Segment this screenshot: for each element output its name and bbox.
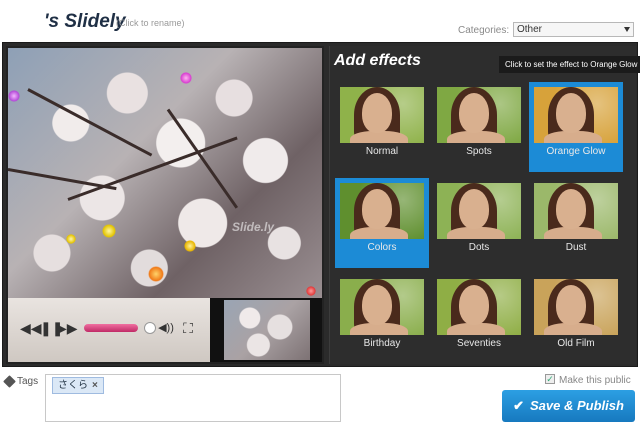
rewind-button[interactable]: ◀◀	[20, 320, 42, 336]
effect-tile[interactable]: Colors	[335, 178, 429, 268]
slideshow-photo[interactable]	[8, 48, 322, 298]
effect-thumbnail	[437, 183, 521, 239]
effect-tile[interactable]: Dust	[529, 178, 623, 268]
pause-button[interactable]: ❚❚	[40, 320, 63, 336]
fullscreen-icon[interactable]: ⛶	[180, 320, 196, 336]
effect-thumbnail	[534, 87, 618, 143]
checkmark-icon: ✔	[513, 398, 524, 413]
effect-tile[interactable]: Seventies	[432, 274, 526, 364]
remove-tag-icon[interactable]: ×	[92, 380, 98, 391]
progress-knob[interactable]	[144, 322, 156, 334]
save-publish-button[interactable]: ✔ Save & Publish	[502, 390, 635, 422]
effect-thumbnail	[340, 87, 424, 143]
make-public-checkbox[interactable]: ✓	[545, 374, 555, 384]
effect-label: Orange Glow	[546, 146, 606, 157]
tag-text: さくら	[58, 380, 88, 391]
save-publish-label: Save & Publish	[529, 398, 624, 413]
categories-label: Categories:	[458, 25, 510, 36]
effect-thumbnail	[437, 279, 521, 335]
effect-tooltip: Click to set the effect to Orange Glow	[499, 56, 640, 73]
effect-tile[interactable]: Spots	[432, 82, 526, 172]
header-bar: 's Slidely (Click to rename) Categories:…	[0, 0, 640, 42]
watermark: Slide.ly	[232, 220, 275, 234]
effects-title: Add effects	[334, 52, 421, 69]
effect-label: Seventies	[457, 338, 501, 349]
category-value: Other	[517, 24, 543, 35]
effect-thumbnail	[340, 183, 424, 239]
effect-tile[interactable]: Old Film	[529, 274, 623, 364]
effect-tile[interactable]: Birthday	[335, 274, 429, 364]
effect-thumbnail	[534, 279, 618, 335]
tags-label: Tags	[17, 376, 39, 387]
make-public-label: Make this public	[559, 375, 631, 386]
tag-chip[interactable]: さくら ×	[52, 377, 104, 394]
effect-label: Colors	[367, 242, 397, 253]
effect-tile[interactable]: Orange Glow	[529, 82, 623, 172]
effect-label: Birthday	[363, 338, 401, 349]
volume-icon[interactable]: ◀))	[156, 320, 176, 336]
effect-thumbnail	[534, 183, 618, 239]
effect-tile[interactable]: Dots	[432, 178, 526, 268]
effect-label: Normal	[365, 146, 399, 157]
effect-label: Spots	[466, 146, 492, 157]
effect-label: Dots	[468, 242, 490, 253]
effect-label: Dust	[565, 242, 587, 253]
forward-button[interactable]: ▶▶	[56, 320, 78, 336]
effect-label: Old Film	[557, 338, 595, 349]
effect-thumbnail	[437, 87, 521, 143]
chevron-down-icon	[624, 27, 630, 32]
slideshow-title[interactable]: 's Slidely	[44, 11, 126, 33]
effect-tile[interactable]: Normal	[335, 82, 429, 172]
tag-icon	[3, 375, 16, 388]
rename-hint[interactable]: (Click to rename)	[116, 18, 185, 28]
progress-bar[interactable]	[84, 324, 138, 332]
player-controls: ◀◀ ❚❚ ▶▶ ◀)) ⛶	[8, 298, 210, 362]
slide-thumbnail[interactable]	[210, 298, 322, 362]
effect-thumbnail	[340, 279, 424, 335]
category-select[interactable]: Other	[513, 22, 634, 37]
